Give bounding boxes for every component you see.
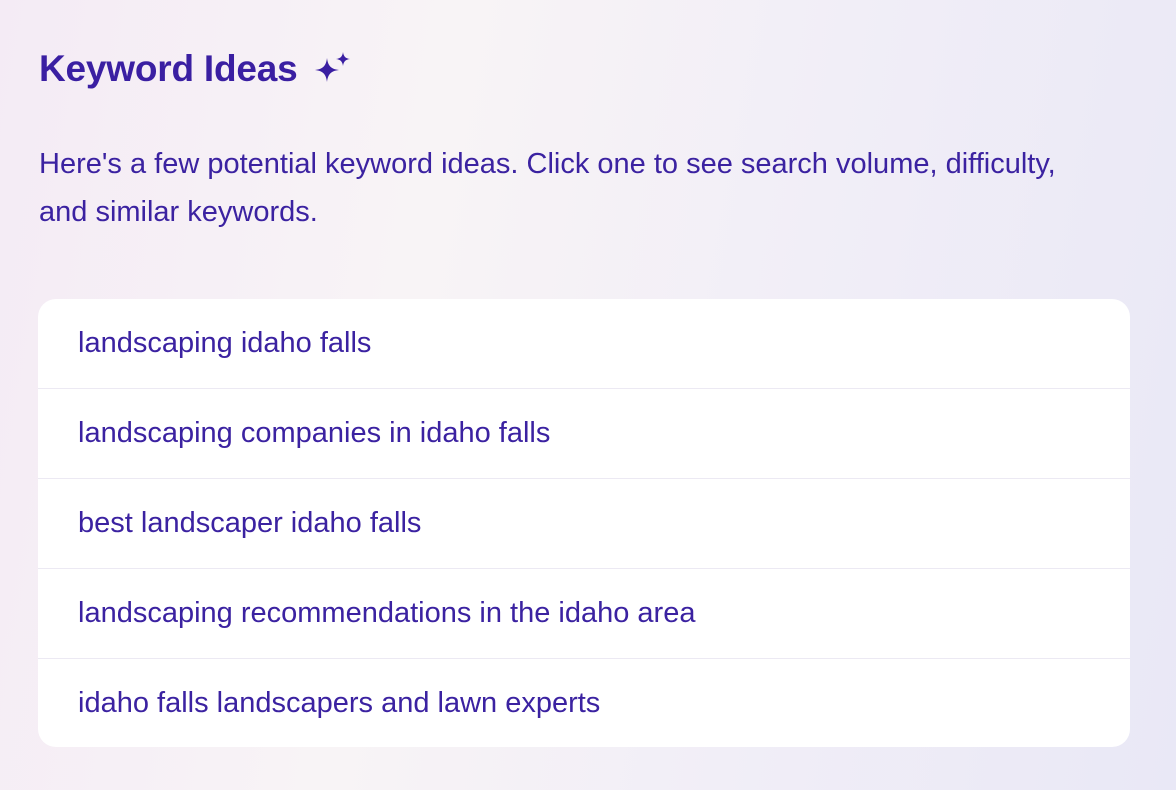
keyword-item[interactable]: idaho falls landscapers and lawn experts [38, 659, 1130, 747]
keyword-item[interactable]: best landscaper idaho falls [38, 479, 1130, 569]
keyword-list: landscaping idaho falls landscaping comp… [38, 299, 1130, 747]
keyword-item[interactable]: landscaping recommendations in the idaho… [38, 569, 1130, 659]
sparkle-icon [312, 50, 354, 84]
keyword-item[interactable]: landscaping companies in idaho falls [38, 389, 1130, 479]
page-title: Keyword Ideas [39, 48, 298, 89]
keyword-item[interactable]: landscaping idaho falls [38, 299, 1130, 389]
page-header: Keyword Ideas [39, 44, 354, 94]
page-description: Here's a few potential keyword ideas. Cl… [39, 148, 1056, 228]
